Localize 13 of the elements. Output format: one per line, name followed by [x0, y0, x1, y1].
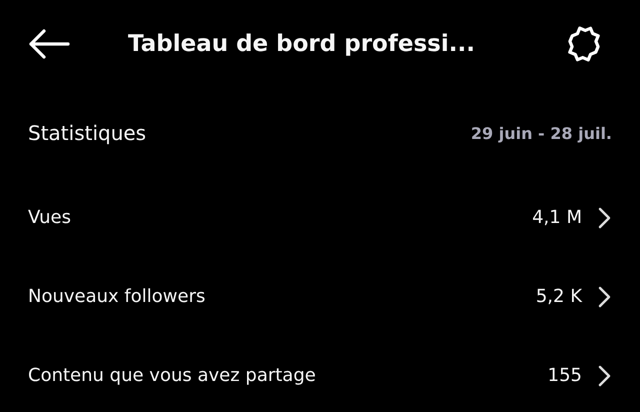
- section-title: Statistiques: [28, 121, 146, 145]
- stat-label: Nouveaux followers: [28, 286, 206, 307]
- stat-value: 5,2 K: [536, 286, 582, 307]
- date-range: 29 juin - 28 juil.: [470, 124, 612, 142]
- chevron-icon[interactable]: [598, 364, 612, 386]
- chevron-icon[interactable]: [598, 286, 612, 308]
- page-title: Tableau de bord professi...: [128, 31, 476, 57]
- back-icon[interactable]: [28, 29, 70, 59]
- stat-value: 4,1 M: [532, 207, 582, 228]
- chevron-icon[interactable]: [598, 206, 612, 228]
- stat-label: Contenu que vous avez partage: [28, 365, 317, 386]
- stat-label: Vues: [28, 207, 72, 228]
- stat-value: 155: [548, 365, 582, 386]
